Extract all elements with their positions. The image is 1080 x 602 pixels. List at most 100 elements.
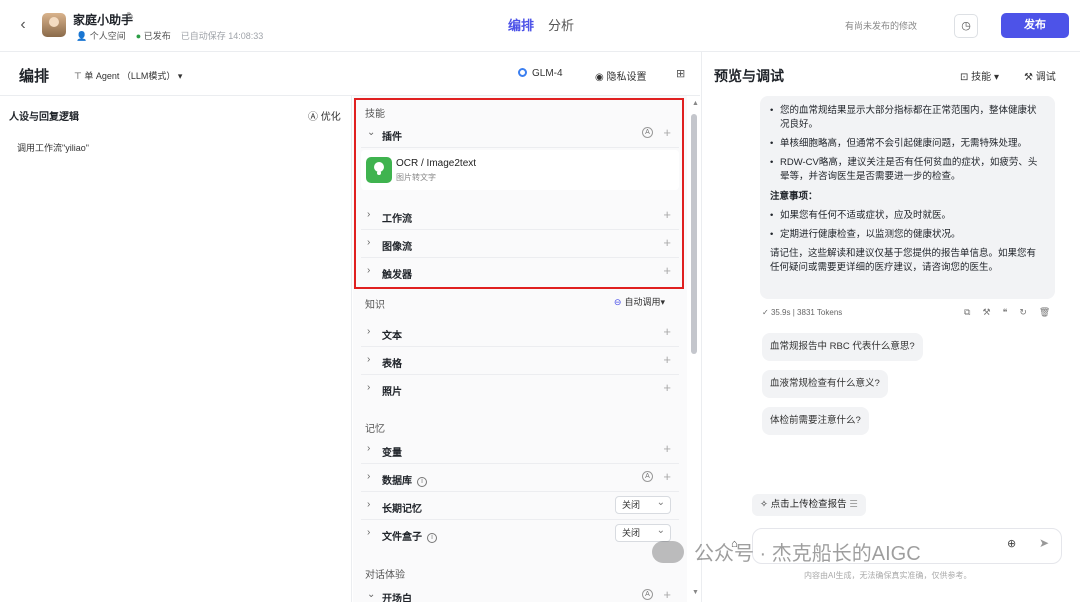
chevron-down-icon[interactable]: ⌄ xyxy=(367,589,375,600)
row-database[interactable]: › 数据库 i A + xyxy=(361,464,679,492)
debug-icon[interactable]: ⚒ xyxy=(982,307,990,318)
agent-mode-select[interactable]: ⊤ 单 Agent （LLM模式） ▾ xyxy=(74,69,182,82)
row-opening[interactable]: ⌄ 开场白 A + xyxy=(361,582,679,602)
preview-title: 预览与调试 xyxy=(714,68,784,84)
add-table-icon[interactable]: + xyxy=(663,352,671,367)
variable-label: 变量 xyxy=(382,448,402,459)
disclaimer-text: 内容由AI生成，无法确保真实准确，仅供参考。 xyxy=(804,571,972,580)
chevron-right-icon[interactable]: › xyxy=(367,443,370,454)
text-label: 文本 xyxy=(382,331,402,342)
chevron-right-icon[interactable]: › xyxy=(367,471,370,482)
optimize-button[interactable]: Ⓐ 优化 xyxy=(308,108,341,123)
add-imageflow-icon[interactable]: + xyxy=(663,235,671,250)
notes-list: 如果您有任何不适或症状，应及时就医。 定期进行健康检查，以监测您的健康状况。 xyxy=(770,209,1045,242)
tab-arrange[interactable]: 编排 xyxy=(508,15,534,34)
row-trigger[interactable]: › 触发器 + xyxy=(361,258,679,286)
back-arrow-icon[interactable]: ‹ xyxy=(14,16,32,34)
copy-icon[interactable]: ⧉ xyxy=(964,307,970,318)
row-imageflow[interactable]: › 图像流 + xyxy=(361,230,679,258)
list-item: 单核细胞略高，但通常不会引起健康问题，无需特殊处理。 xyxy=(770,137,1045,151)
bot-avatar xyxy=(42,13,66,37)
add-photo-icon[interactable]: + xyxy=(663,380,671,395)
trigger-label: 触发器 xyxy=(382,270,412,281)
add-attachment-icon[interactable]: ⊕ xyxy=(1007,537,1016,550)
history-clock-icon[interactable]: ◷ xyxy=(954,14,978,38)
chevron-right-icon[interactable]: › xyxy=(367,237,370,248)
model-icon xyxy=(518,68,527,77)
row-filebox[interactable]: › 文件盒子 i 关闭 xyxy=(361,520,679,548)
plugin-card[interactable]: OCR / Image2text 图片转文字 xyxy=(361,150,679,190)
plugin-name: OCR / Image2text xyxy=(396,158,477,169)
bot-meta: 👤 个人空间 ● 已发布 已自动保存 14:08:33 xyxy=(76,29,263,42)
edit-icon[interactable]: ✎ xyxy=(126,11,134,22)
refresh-icon[interactable]: ↻ xyxy=(1019,307,1027,318)
plugins-label: 插件 xyxy=(382,132,402,143)
publish-button[interactable]: 发布 xyxy=(1001,13,1069,38)
chevron-right-icon[interactable]: › xyxy=(367,209,370,220)
upload-report-chip[interactable]: ✧ 点击上传检查报告 ☰ xyxy=(752,494,866,516)
add-text-icon[interactable]: + xyxy=(663,324,671,339)
bot-name: 家庭小助手 xyxy=(73,13,134,27)
skill-button[interactable]: ⊡ 技能 ▾ xyxy=(960,68,999,83)
row-text[interactable]: › 文本 + xyxy=(361,319,679,347)
chevron-right-icon[interactable]: › xyxy=(367,265,370,276)
agent-icon: ⊤ xyxy=(74,71,82,81)
persona-content[interactable]: 调用工作流"yiliao" xyxy=(17,141,89,154)
debug-button[interactable]: ⚒ 调试 xyxy=(1024,68,1056,83)
filebox-label: 文件盒子 i xyxy=(382,528,437,543)
model-select[interactable]: GLM-4 xyxy=(518,68,563,79)
scroll-down-icon[interactable]: ▼ xyxy=(692,589,699,596)
chevron-down-icon[interactable]: ⌄ xyxy=(367,127,375,138)
list-item: 您的血常规结果显示大部分指标都在正常范围内，整体健康状况良好。 xyxy=(770,104,1045,132)
send-icon[interactable]: ➤ xyxy=(1039,536,1049,550)
tab-analysis[interactable]: 分析 xyxy=(548,15,574,34)
add-database-icon[interactable]: + xyxy=(663,469,671,484)
add-opening-icon[interactable]: + xyxy=(663,587,671,602)
photo-label: 照片 xyxy=(382,387,402,398)
row-table[interactable]: › 表格 + xyxy=(361,347,679,375)
chevron-right-icon[interactable]: › xyxy=(367,382,370,393)
list-icon: ☰ xyxy=(849,499,858,510)
skills-scrollbar[interactable] xyxy=(691,104,697,594)
suggestion-chip[interactable]: 体检前需要注意什么? xyxy=(762,407,869,435)
chevron-right-icon[interactable]: › xyxy=(367,527,370,538)
add-plugin-icon[interactable]: + xyxy=(663,125,671,140)
chevron-right-icon[interactable]: › xyxy=(367,354,370,365)
info-icon[interactable]: i xyxy=(427,533,437,543)
suggestion-chip[interactable]: 血常规报告中 RBC 代表什么意思? xyxy=(762,333,923,361)
auto-icon[interactable]: A xyxy=(642,127,653,138)
preview-panel: 预览与调试 ⊡ 技能 ▾ ⚒ 调试 您的血常规结果显示大部分指标都在正常范围内，… xyxy=(701,52,1080,602)
info-icon[interactable]: i xyxy=(417,477,427,487)
scroll-thumb[interactable] xyxy=(691,114,697,354)
suggestion-chip[interactable]: 血液常规检查有什么意义? xyxy=(762,370,888,398)
autosave-text: 已自动保存 14:08:33 xyxy=(180,31,264,41)
add-variable-icon[interactable]: + xyxy=(663,441,671,456)
row-plugins[interactable]: ⌄ 插件 A + xyxy=(361,120,679,148)
check-icon: ✓ xyxy=(762,308,769,317)
long-memory-select[interactable]: 关闭 xyxy=(615,495,671,514)
auto-call-select[interactable]: ⊖ 自动调用▾ xyxy=(614,295,665,308)
row-workflow[interactable]: › 工作流 + xyxy=(361,202,679,230)
chevron-right-icon[interactable]: › xyxy=(367,499,370,510)
delete-icon[interactable]: 🗑 xyxy=(1039,307,1050,318)
auto-icon[interactable]: A xyxy=(642,471,653,482)
answer-bubble: 您的血常规结果显示大部分指标都在正常范围内，整体健康状况良好。 单核细胞略高，但… xyxy=(760,96,1055,299)
list-item: RDW-CV略高，建议关注是否有任何贫血的症状，如疲劳、头晕等，并咨询医生是否需… xyxy=(770,156,1045,184)
chevron-right-icon[interactable]: › xyxy=(367,326,370,337)
layout-grid-icon[interactable]: ⊞ xyxy=(676,67,685,80)
auto-icon[interactable]: A xyxy=(642,589,653,600)
privacy-settings-button[interactable]: ◉ 隐私设置 xyxy=(595,68,647,83)
arrange-toolbar: 编排 ⊤ 单 Agent （LLM模式） ▾ GLM-4 ◉ 隐私设置 ⊞ xyxy=(0,52,700,96)
notes-heading: 注意事项： xyxy=(770,191,818,202)
row-long-memory[interactable]: › 长期记忆 关闭 xyxy=(361,492,679,520)
persona-panel: 人设与回复逻辑 Ⓐ 优化 调用工作流"yiliao" xyxy=(0,96,352,602)
top-bar: ‹ 家庭小助手 ✎ 👤 个人空间 ● 已发布 已自动保存 14:08:33 编排… xyxy=(0,0,1080,52)
add-workflow-icon[interactable]: + xyxy=(663,207,671,222)
add-trigger-icon[interactable]: + xyxy=(663,263,671,278)
workflow-label: 工作流 xyxy=(382,214,412,225)
row-photo[interactable]: › 照片 + xyxy=(361,375,679,403)
sparkle-icon: ✧ xyxy=(760,499,768,510)
persona-title: 人设与回复逻辑 xyxy=(9,112,79,123)
quote-icon[interactable]: ❝ xyxy=(1003,307,1008,318)
row-variable[interactable]: › 变量 + xyxy=(361,436,679,464)
